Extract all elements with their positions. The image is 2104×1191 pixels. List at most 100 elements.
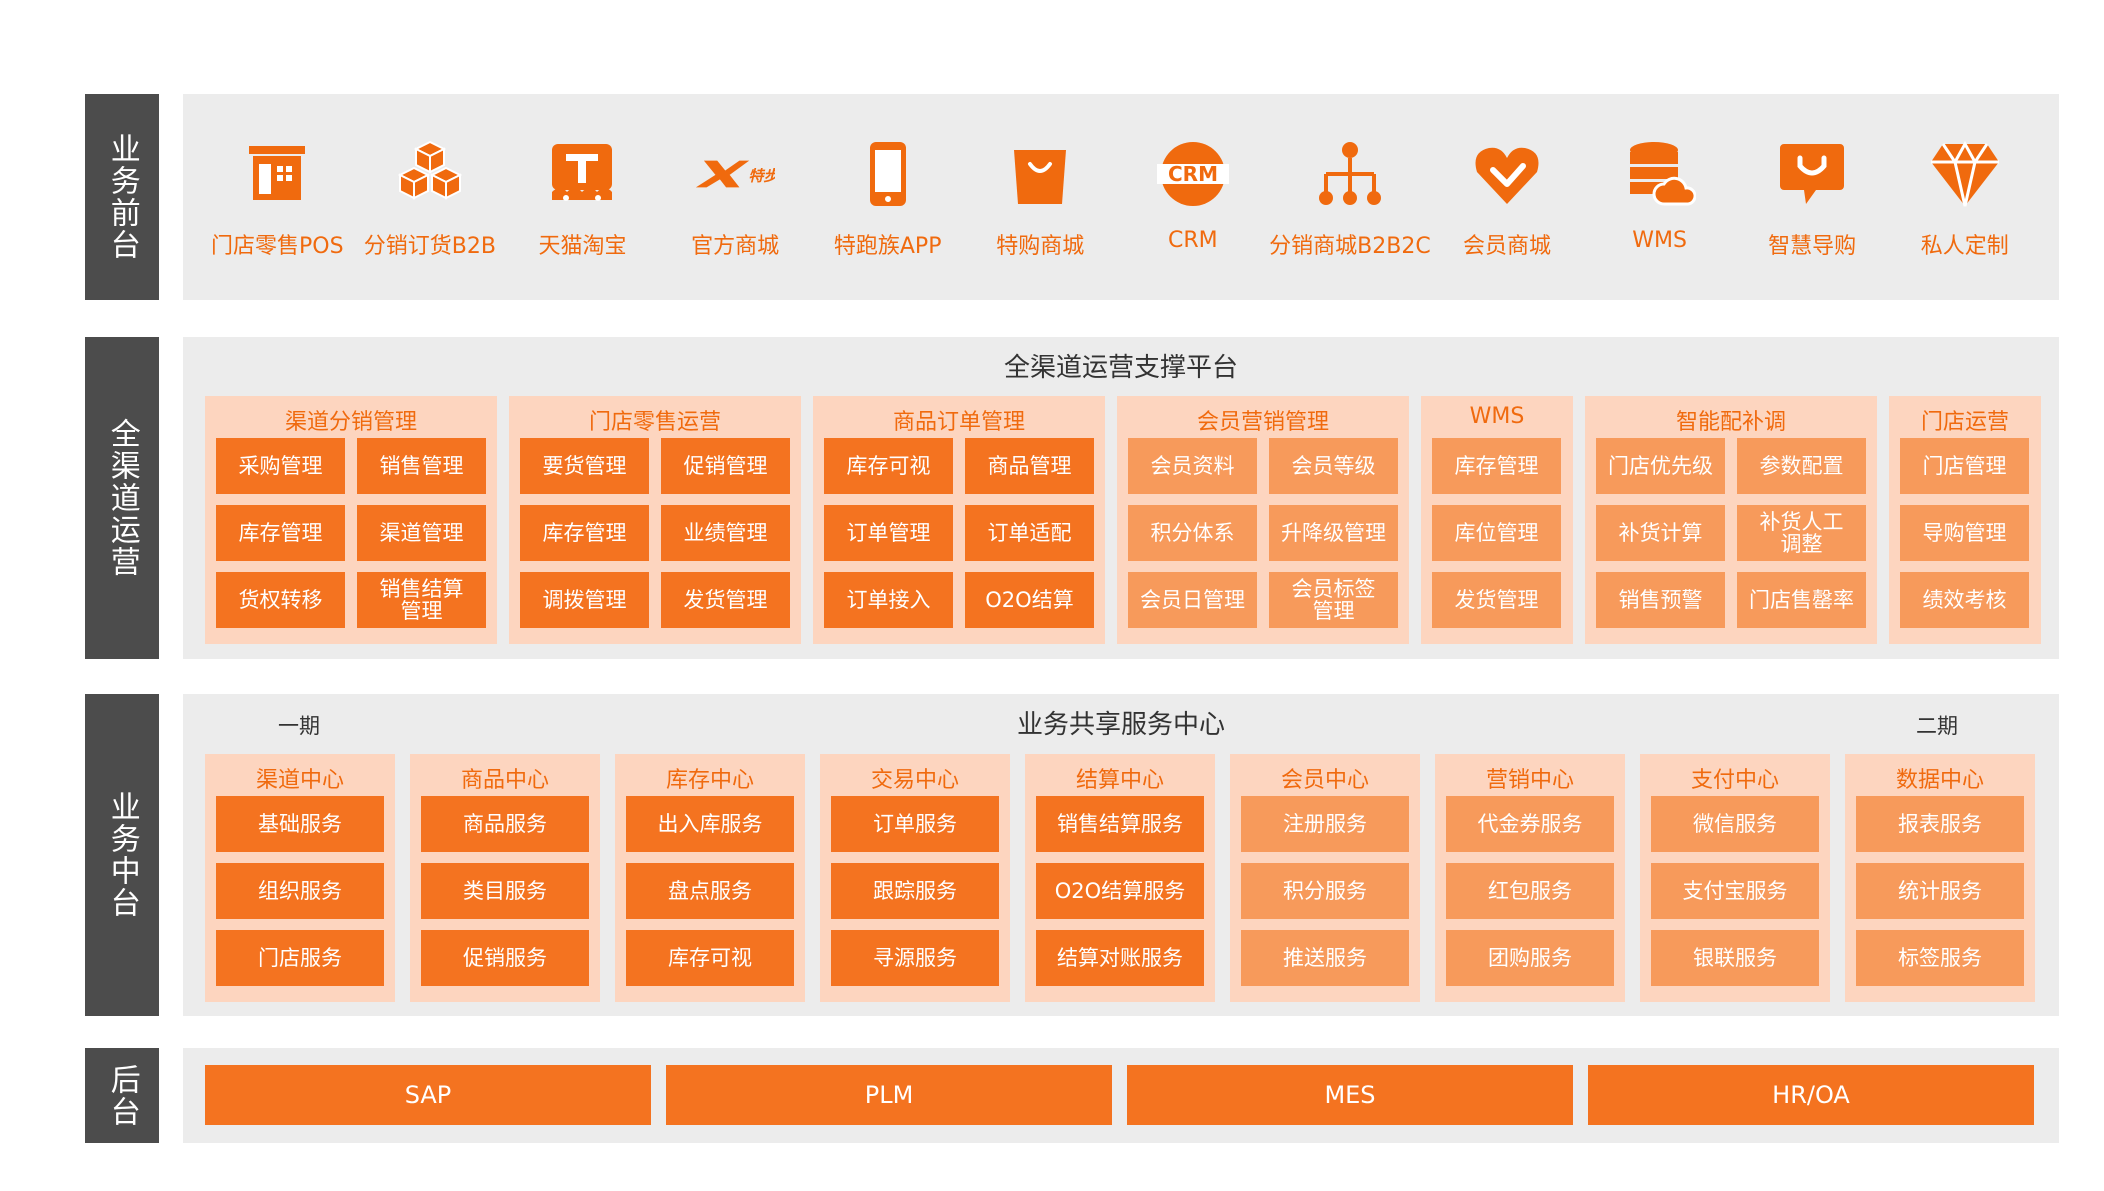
channel-group-title: 门店零售运营	[588, 410, 721, 435]
backend-system-button[interactable]: PLM	[666, 1065, 1112, 1125]
channel-service-button[interactable]: 绩效考核	[1900, 572, 2029, 628]
channel-service-button[interactable]: 补货计算	[1596, 505, 1725, 561]
service-button[interactable]: 注册服务	[1241, 796, 1409, 852]
service-center-title: 营销中心	[1485, 768, 1574, 793]
front-item-label: 特跑族APP	[833, 234, 942, 259]
front-item[interactable]: 分销商城B2B2C	[1269, 134, 1431, 264]
front-item[interactable]: WMS	[1583, 134, 1736, 264]
middle-panel: 业务共享服务中心 一期 二期 渠道中心 基础服务 组织服务 门店服务 商品中心 商品服务类…	[183, 694, 2059, 1016]
service-center-group: 渠道中心基础服务组织服务门店服务	[205, 754, 395, 1002]
channel-service-button[interactable]: 发货管理	[661, 572, 790, 628]
service-button[interactable]: 跟踪服务	[831, 863, 999, 919]
channel-service-button[interactable]: 会员标签 管理	[1269, 572, 1398, 628]
service-button[interactable]: 微信服务	[1651, 796, 1819, 852]
service-button[interactable]: O2O结算服务	[1036, 863, 1204, 919]
channel-service-button[interactable]: 会员资料	[1128, 438, 1257, 494]
diamond-icon	[1925, 134, 2005, 214]
channel-service-button[interactable]: O2O结算	[965, 572, 1094, 628]
service-button[interactable]: 推送服务	[1241, 930, 1409, 986]
channel-service-button[interactable]: 补货人工 调整	[1737, 505, 1866, 561]
service-button[interactable]: 银联服务	[1651, 930, 1819, 986]
backend-system-button[interactable]: SAP	[205, 1065, 651, 1125]
service-button[interactable]: 商品服务	[421, 796, 589, 852]
channel-service-button[interactable]: 订单接入	[824, 572, 953, 628]
service-button[interactable]: 积分服务	[1241, 863, 1409, 919]
channel-service-button[interactable]: 采购管理	[216, 438, 345, 494]
front-item[interactable]: 特步官方商城	[659, 134, 812, 264]
channel-service-button[interactable]: 调拨管理	[520, 572, 649, 628]
front-item[interactable]: 门店零售POS	[201, 134, 354, 264]
service-button[interactable]: 代金券服务	[1446, 796, 1614, 852]
side-label-back: 后台	[85, 1048, 159, 1143]
database-cloud-icon	[1620, 134, 1700, 214]
service-center-title: 渠道中心	[255, 768, 344, 793]
service-button[interactable]: 标签服务	[1856, 930, 2024, 986]
service-button[interactable]: 销售结算服务	[1036, 796, 1204, 852]
front-item[interactable]: 特跑族APP	[811, 134, 964, 264]
channel-service-button[interactable]: 门店售罄率	[1737, 572, 1866, 628]
channel-title: 全渠道运营支撑平台	[1003, 353, 1238, 383]
service-button[interactable]: 报表服务	[1856, 796, 2024, 852]
service-button[interactable]: 盘点服务	[626, 863, 794, 919]
channel-service-button[interactable]: 库位管理	[1432, 505, 1561, 561]
shopping-bag-icon	[1000, 134, 1080, 214]
front-item[interactable]: 分销订货B2B	[354, 134, 507, 264]
channel-service-button[interactable]: 订单适配	[965, 505, 1094, 561]
channel-service-button[interactable]: 销售管理	[357, 438, 486, 494]
service-center-title: 库存中心	[665, 768, 754, 793]
front-item[interactable]: 天猫淘宝	[506, 134, 659, 264]
front-item[interactable]: CRM CRM	[1117, 134, 1270, 264]
service-center-title: 交易中心	[870, 768, 959, 793]
service-button[interactable]: 库存可视	[626, 930, 794, 986]
backend-system-button[interactable]: MES	[1127, 1065, 1573, 1125]
channel-service-button[interactable]: 会员等级	[1269, 438, 1398, 494]
channel-service-button[interactable]: 销售结算 管理	[357, 572, 486, 628]
channel-service-button[interactable]: 订单管理	[824, 505, 953, 561]
network-icon	[1310, 134, 1390, 214]
service-button[interactable]: 基础服务	[216, 796, 384, 852]
channel-service-button[interactable]: 货权转移	[216, 572, 345, 628]
channel-service-button[interactable]: 门店管理	[1900, 438, 2029, 494]
service-button[interactable]: 结算对账服务	[1036, 930, 1204, 986]
service-button[interactable]: 支付宝服务	[1651, 863, 1819, 919]
front-item-label: 特购商城	[996, 234, 1085, 259]
channel-service-button[interactable]: 会员日管理	[1128, 572, 1257, 628]
service-button[interactable]: 团购服务	[1446, 930, 1614, 986]
channel-service-button[interactable]: 库存管理	[216, 505, 345, 561]
channel-service-button[interactable]: 库存管理	[1432, 438, 1561, 494]
service-button[interactable]: 订单服务	[831, 796, 999, 852]
service-button[interactable]: 统计服务	[1856, 863, 2024, 919]
side-label-front: 业务前台	[85, 94, 159, 300]
channel-service-button[interactable]: 商品管理	[965, 438, 1094, 494]
channel-service-button[interactable]: 要货管理	[520, 438, 649, 494]
channel-service-button[interactable]: 库存可视	[824, 438, 953, 494]
channel-service-button[interactable]: 导购管理	[1900, 505, 2029, 561]
channel-service-button[interactable]: 升降级管理	[1269, 505, 1398, 561]
service-button[interactable]: 出入库服务	[626, 796, 794, 852]
service-center-title: 会员中心	[1280, 768, 1369, 793]
channel-service-button[interactable]: 业绩管理	[661, 505, 790, 561]
backend-system-button[interactable]: HR/OA	[1588, 1065, 2034, 1125]
front-item[interactable]: 私人定制	[1888, 134, 2041, 264]
service-button[interactable]: 组织服务	[216, 863, 384, 919]
channel-service-button[interactable]: 库存管理	[520, 505, 649, 561]
channel-service-button[interactable]: 渠道管理	[357, 505, 486, 561]
channel-service-button[interactable]: 销售预警	[1596, 572, 1725, 628]
service-button[interactable]: 寻源服务	[831, 930, 999, 986]
service-button[interactable]: 类目服务	[421, 863, 589, 919]
channel-service-button[interactable]: 门店优先级	[1596, 438, 1725, 494]
front-item[interactable]: 会员商城	[1431, 134, 1584, 264]
front-item[interactable]: 特购商城	[964, 134, 1117, 264]
service-center-title: 数据中心	[1895, 768, 1984, 793]
channel-service-button[interactable]: 促销管理	[661, 438, 790, 494]
service-button[interactable]: 门店服务	[216, 930, 384, 986]
channel-panel: 全渠道运营支撑平台 渠道分销管理 采购管理 销售管理 库存管理 渠道管理 货权转移 销售结算…	[183, 337, 2059, 659]
channel-service-button[interactable]: 积分体系	[1128, 505, 1257, 561]
svg-text:CRM: CRM	[1168, 162, 1218, 186]
front-item[interactable]: 智慧导购	[1736, 134, 1889, 264]
channel-group: 商品订单管理 库存可视 商品管理 订单管理 订单适配 订单接入 O2O结算	[813, 396, 1105, 644]
service-button[interactable]: 促销服务	[421, 930, 589, 986]
channel-service-button[interactable]: 参数配置	[1737, 438, 1866, 494]
channel-service-button[interactable]: 发货管理	[1432, 572, 1561, 628]
service-button[interactable]: 红包服务	[1446, 863, 1614, 919]
